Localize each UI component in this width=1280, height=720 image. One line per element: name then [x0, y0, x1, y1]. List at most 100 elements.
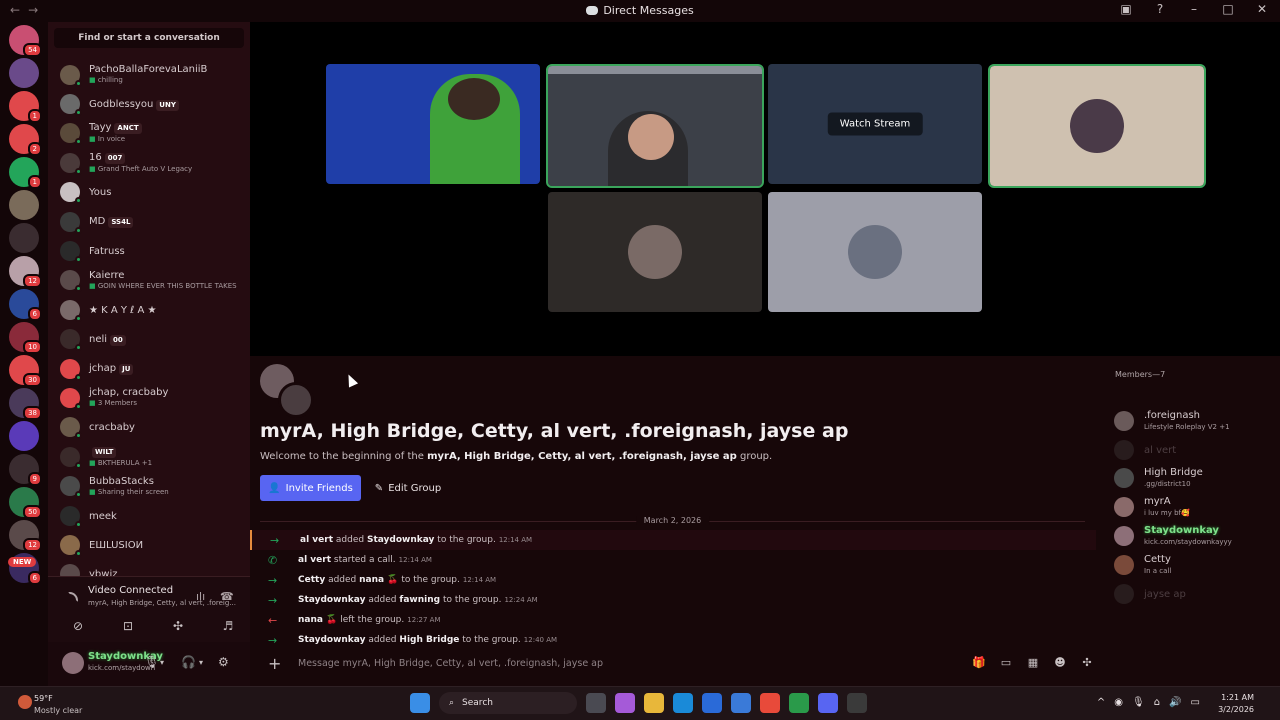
- volume-icon[interactable]: 🔊: [1169, 697, 1181, 708]
- member-item[interactable]: Cetty In a call: [1114, 552, 1274, 578]
- chrome-icon[interactable]: [760, 693, 780, 713]
- network-icon[interactable]: ⌂: [1154, 697, 1160, 708]
- dm-list-item[interactable]: Tayy ANCT ■ In voice: [48, 119, 250, 148]
- dm-list-item[interactable]: Godblessyou UNY: [48, 89, 250, 118]
- microphone-icon[interactable]: 🎙: [144, 655, 159, 669]
- dm-list-item[interactable]: ybwiz: [48, 560, 250, 576]
- video-tile[interactable]: [768, 192, 982, 312]
- avatar[interactable]: [62, 652, 84, 674]
- apps-icon[interactable]: ✣: [1079, 656, 1095, 670]
- dm-list-item[interactable]: WILT ■ BKTHERULA +1: [48, 442, 250, 471]
- dm-list-item[interactable]: 16 007 ■ Grand Theft Auto V Legacy: [48, 148, 250, 177]
- member-item[interactable]: al vert: [1114, 437, 1274, 463]
- tray-icon[interactable]: ◉: [1114, 697, 1123, 708]
- message-actor[interactable]: Staydownkay: [298, 595, 365, 605]
- windows-start-icon[interactable]: [410, 693, 430, 713]
- message-actor[interactable]: al vert: [300, 535, 333, 545]
- edit-group-button[interactable]: ✎ Edit Group: [370, 475, 446, 501]
- message-target[interactable]: High Bridge: [399, 635, 459, 645]
- message-actor[interactable]: al vert: [298, 555, 331, 565]
- activities-icon[interactable]: ✣: [158, 615, 198, 637]
- noise-suppression-icon[interactable]: ılı: [196, 590, 210, 603]
- server-icon[interactable]: 12: [9, 520, 42, 552]
- dm-list-item[interactable]: neli 00: [48, 325, 250, 354]
- add-attachment-icon[interactable]: +: [268, 654, 281, 673]
- gift-icon[interactable]: 🎁: [971, 656, 987, 670]
- member-item[interactable]: High Bridge .gg/district10: [1114, 465, 1274, 491]
- clock[interactable]: 1:21 AM 3/2/2026: [1218, 692, 1254, 716]
- system-message[interactable]: → al vert added Staydownkay to the group.…: [250, 530, 1096, 550]
- member-item[interactable]: Staydownkay kick.com/staydownkayyy: [1114, 523, 1274, 549]
- chevron-down-icon[interactable]: ▾: [199, 658, 203, 667]
- server-icon[interactable]: [9, 58, 39, 88]
- member-item[interactable]: .foreignash Lifestyle Roleplay V2 +1: [1114, 408, 1274, 434]
- watch-stream-button[interactable]: Watch Stream: [827, 112, 923, 136]
- server-icon[interactable]: 54: [9, 25, 42, 57]
- app-icon[interactable]: [847, 693, 867, 713]
- server-icon[interactable]: 1: [9, 157, 42, 189]
- system-message[interactable]: ← nana 🍒 left the group. 12:27 AM: [250, 610, 1096, 630]
- system-message[interactable]: ✆ al vert started a call. 12:14 AM: [250, 550, 1096, 570]
- system-message[interactable]: → Staydownkay added fawning to the group.…: [250, 590, 1096, 610]
- system-message[interactable]: → Cetty added nana 🍒 to the group. 12:14 A…: [250, 570, 1096, 590]
- soundboard-icon[interactable]: ♬: [208, 615, 248, 637]
- video-tile[interactable]: [326, 64, 540, 184]
- microphone-icon[interactable]: 🎙: [1132, 697, 1145, 708]
- server-icon[interactable]: [9, 421, 39, 451]
- edge-icon[interactable]: [673, 693, 693, 713]
- chevron-up-icon[interactable]: ^: [1097, 697, 1105, 708]
- dm-list-item[interactable]: jchap JU: [48, 354, 250, 383]
- disconnect-icon[interactable]: ☎: [220, 590, 234, 603]
- server-icon[interactable]: [9, 190, 39, 220]
- server-icon[interactable]: 10: [9, 322, 42, 354]
- voice-channel-name[interactable]: myrA, High Bridge, Cetty, al vert, .fore…: [88, 599, 238, 607]
- sticker-icon[interactable]: ▦: [1025, 656, 1041, 670]
- server-icon[interactable]: 9: [9, 454, 42, 486]
- gif-icon[interactable]: ▭: [998, 656, 1014, 670]
- battery-icon[interactable]: ▭: [1191, 697, 1200, 708]
- message-target[interactable]: Staydownkay: [367, 535, 434, 545]
- invite-friends-button[interactable]: 👤 Invite Friends: [260, 475, 361, 501]
- close-button[interactable]: ✕: [1254, 2, 1270, 16]
- dm-list-item[interactable]: ★ K A Y ℓ A ★: [48, 295, 250, 324]
- task-view-icon[interactable]: [586, 693, 606, 713]
- member-item[interactable]: jayse ap: [1114, 581, 1274, 607]
- inbox-icon[interactable]: ▣: [1118, 2, 1134, 16]
- dm-list-item[interactable]: PachoBallaForevaLaniiB ■ chilling: [48, 60, 250, 89]
- video-tile[interactable]: [988, 64, 1206, 188]
- taskbar-search[interactable]: ⌕ Search: [439, 692, 577, 714]
- find-conversation-input[interactable]: Find or start a conversation: [54, 28, 244, 48]
- message-actor[interactable]: Cetty: [298, 575, 325, 585]
- video-tile[interactable]: [546, 64, 764, 188]
- message-actor[interactable]: nana 🍒: [298, 615, 337, 625]
- minimize-button[interactable]: –: [1186, 2, 1202, 16]
- server-icon[interactable]: 6: [9, 289, 42, 321]
- server-icon[interactable]: 1: [9, 91, 42, 123]
- message-actor[interactable]: Staydownkay: [298, 635, 365, 645]
- dm-list-item[interactable]: meek: [48, 501, 250, 530]
- message-input[interactable]: Message myrA, High Bridge, Cetty, al ver…: [298, 658, 603, 669]
- headset-icon[interactable]: 🎧: [181, 655, 196, 669]
- screen-share-icon[interactable]: ⊡: [108, 615, 148, 637]
- dm-list-item[interactable]: cracbaby: [48, 413, 250, 442]
- store-icon[interactable]: [702, 693, 722, 713]
- settings-gear-icon[interactable]: ⚙: [218, 655, 229, 669]
- server-icon[interactable]: 12: [9, 256, 42, 288]
- dm-list-item[interactable]: Yous: [48, 178, 250, 207]
- dm-list-item[interactable]: ЕШLUSIOИ: [48, 530, 250, 559]
- message-target[interactable]: fawning: [399, 595, 440, 605]
- message-target[interactable]: nana 🍒: [359, 575, 398, 585]
- dm-list-item[interactable]: BubbaStacks ■ Sharing their screen: [48, 471, 250, 500]
- dm-list-item[interactable]: MD SS4L: [48, 207, 250, 236]
- copilot-icon[interactable]: [615, 693, 635, 713]
- video-tile[interactable]: [548, 192, 762, 312]
- stream-tile[interactable]: Watch Stream: [768, 64, 982, 184]
- emoji-icon[interactable]: ☻: [1052, 656, 1068, 670]
- system-message[interactable]: → Staydownkay added High Bridge to the gr…: [250, 630, 1096, 650]
- member-item[interactable]: myrA i luv my bf🥰: [1114, 494, 1274, 520]
- outlook-icon[interactable]: [731, 693, 751, 713]
- app-icon[interactable]: [789, 693, 809, 713]
- server-icon[interactable]: [9, 223, 39, 253]
- server-icon[interactable]: 30: [9, 355, 42, 387]
- help-icon[interactable]: ?: [1152, 2, 1168, 16]
